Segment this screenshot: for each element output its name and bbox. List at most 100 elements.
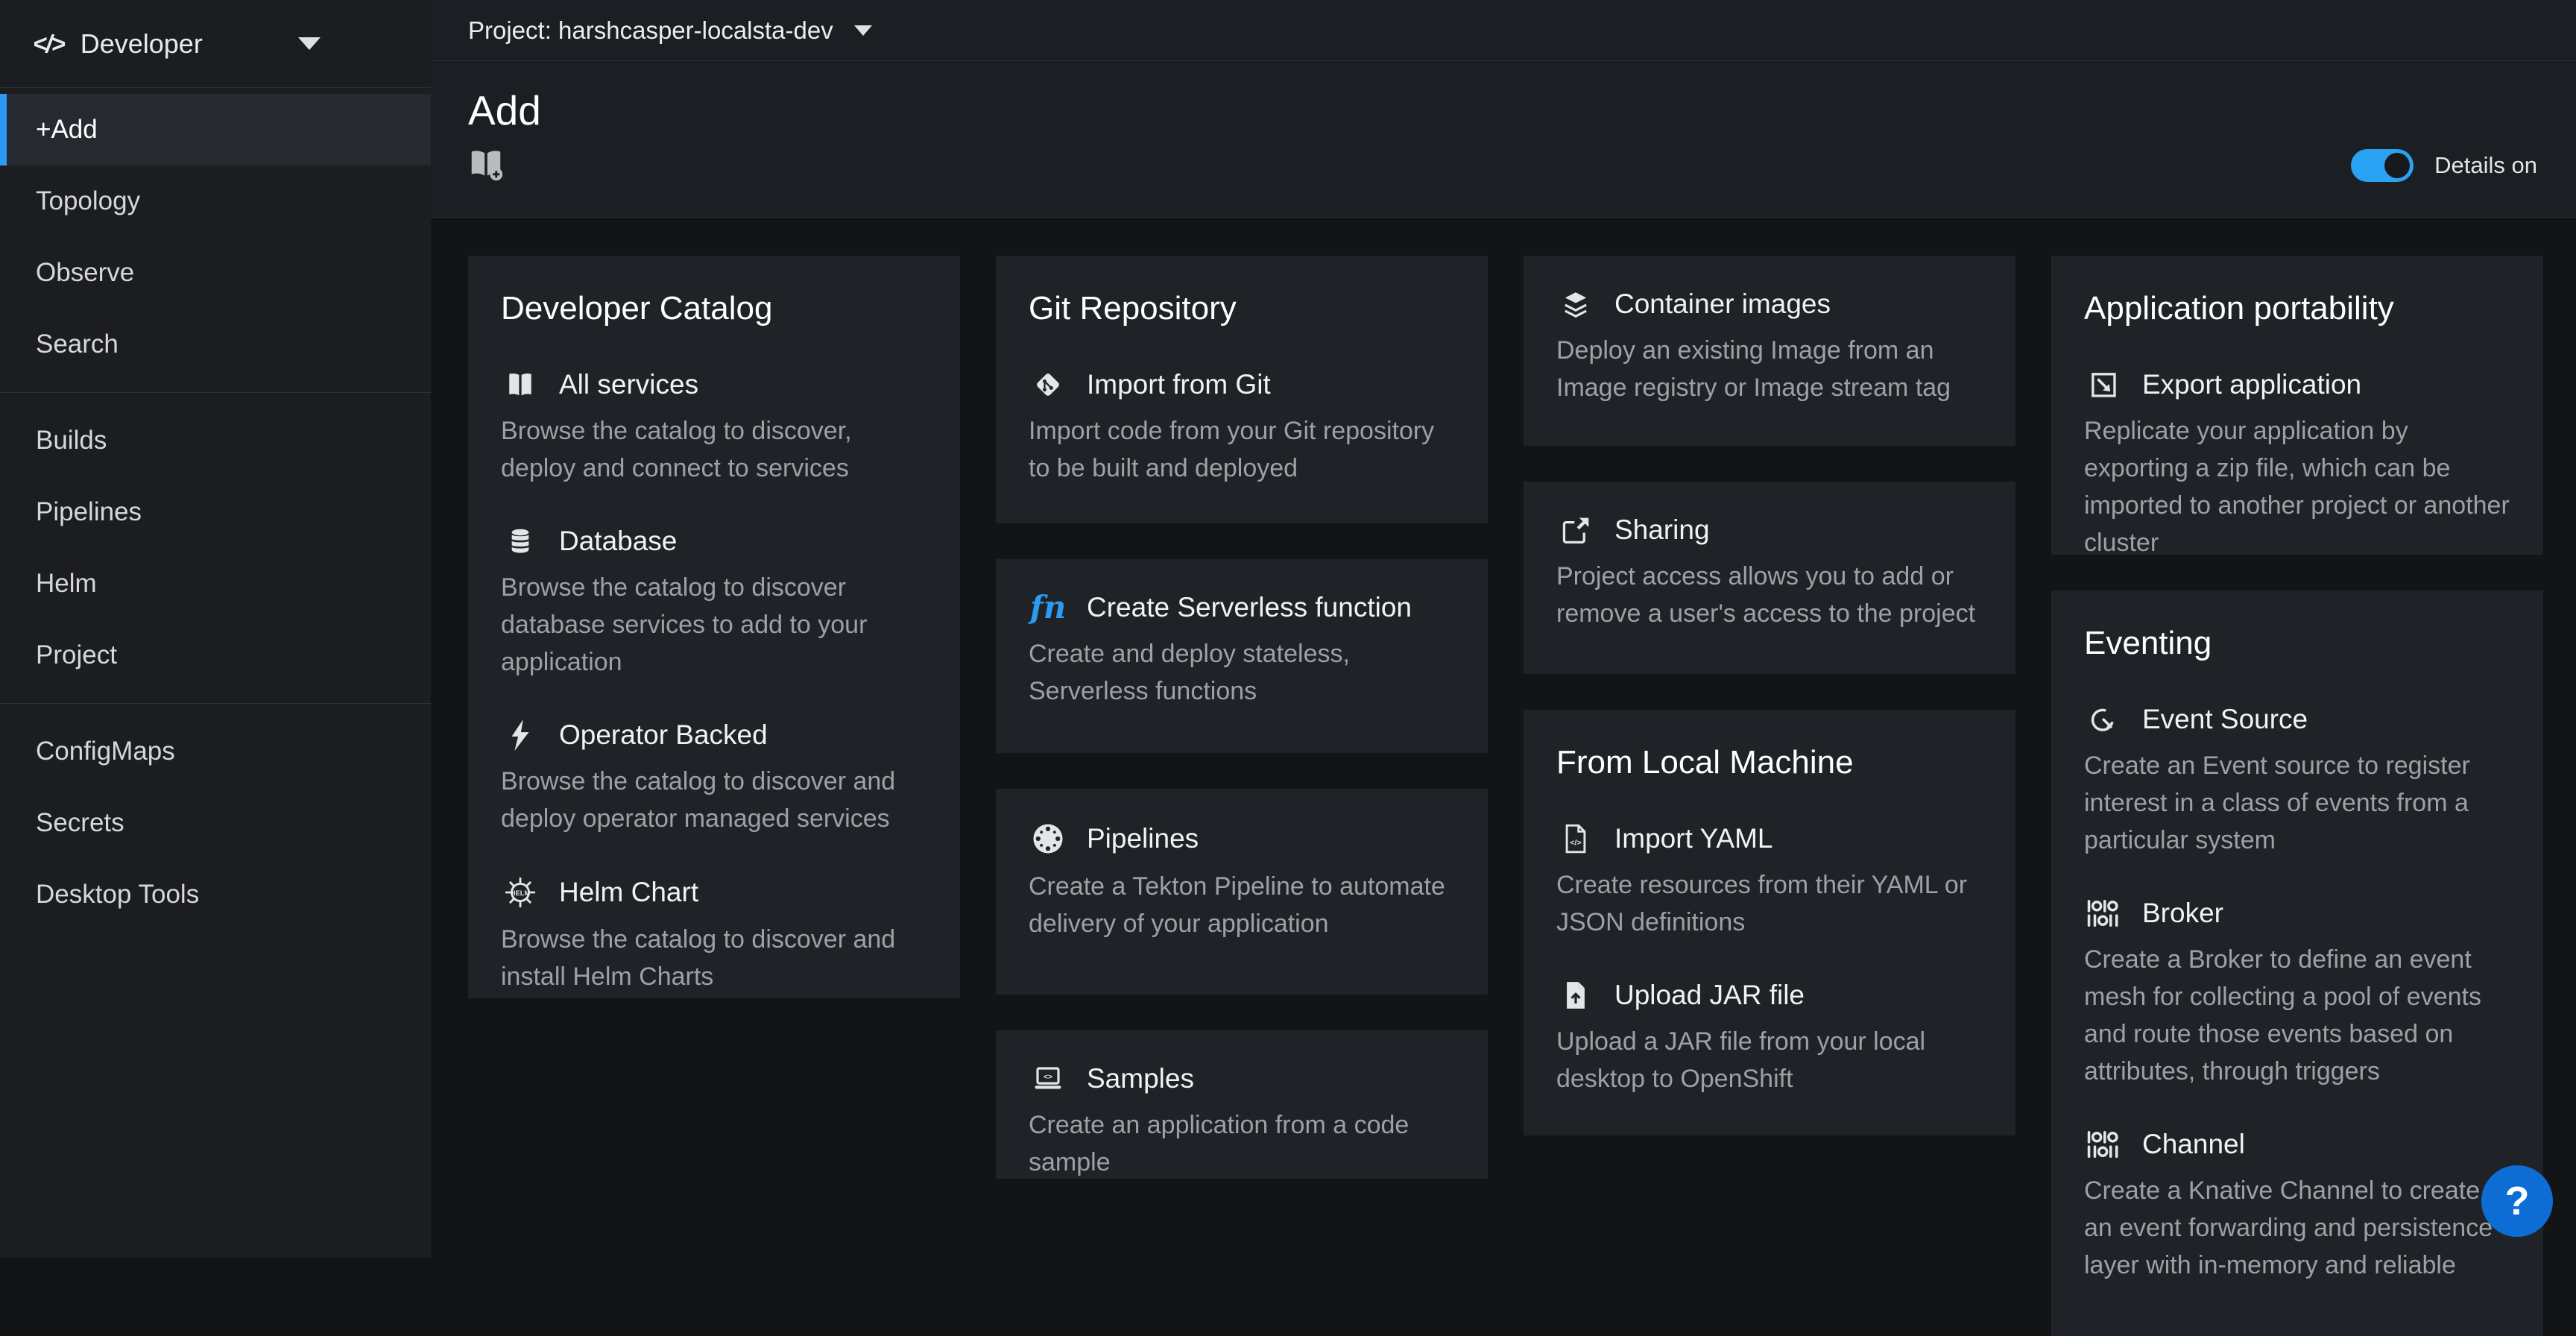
action-description: Browse the catalog to discover, deploy a… bbox=[501, 412, 927, 487]
action-title: Sharing bbox=[1614, 514, 1710, 546]
card-column-2: Git Repository bbox=[996, 256, 1488, 1179]
helm-icon: HELM bbox=[501, 876, 540, 909]
add-action-sharing[interactable]: Sharing Project access allows you to add… bbox=[1556, 514, 1983, 632]
action-title: Operator Backed bbox=[559, 719, 768, 751]
chevron-down-icon bbox=[298, 37, 321, 50]
perspective-label: Developer bbox=[80, 28, 203, 60]
sidebar-item-builds[interactable]: Builds bbox=[0, 405, 431, 476]
add-action-operator-backed[interactable]: Operator Backed Browse the catalog to di… bbox=[501, 719, 927, 837]
chevron-down-icon bbox=[854, 25, 872, 36]
action-description: Deploy an existing Image from an Image r… bbox=[1556, 332, 1983, 406]
sidebar-item-observe[interactable]: Observe bbox=[0, 237, 431, 309]
help-button[interactable]: ? bbox=[2481, 1165, 2553, 1237]
details-toggle[interactable] bbox=[2351, 149, 2414, 182]
action-title: Import from Git bbox=[1087, 369, 1271, 400]
sidebar-item-helm[interactable]: Helm bbox=[0, 548, 431, 620]
action-title: Event Source bbox=[2142, 704, 2308, 735]
add-action-broker[interactable]: Broker Create a Broker to define an even… bbox=[2084, 898, 2510, 1090]
book-plus-icon bbox=[468, 171, 504, 183]
card-title: Application portability bbox=[2084, 290, 2510, 327]
quick-start-button[interactable] bbox=[468, 148, 504, 183]
card-sharing[interactable]: Sharing Project access allows you to add… bbox=[1524, 482, 2015, 674]
sidebar-item-add[interactable]: +Add bbox=[0, 94, 431, 166]
card-git-repository[interactable]: Git Repository bbox=[996, 256, 1488, 523]
file-code-icon: </> bbox=[1556, 823, 1595, 854]
sidebar-item-configmaps[interactable]: ConfigMaps bbox=[0, 716, 431, 787]
sidebar-item-project[interactable]: Project bbox=[0, 620, 431, 691]
card-from-local-machine[interactable]: From Local Machine </> Import YAML bbox=[1524, 710, 2015, 1135]
perspective-switcher[interactable]: </> Developer bbox=[0, 0, 431, 88]
sidebar-section-resources: Builds Pipelines Helm Project bbox=[0, 399, 431, 697]
card-developer-catalog[interactable]: Developer Catalog All services Browse th… bbox=[468, 256, 960, 998]
sidebar-item-topology[interactable]: Topology bbox=[0, 166, 431, 237]
sidebar-divider bbox=[0, 703, 431, 704]
project-selector-label: Project: harshcasper-localsta-dev bbox=[468, 16, 833, 45]
action-title: Helm Chart bbox=[559, 877, 698, 908]
details-toggle-label: Details on bbox=[2434, 152, 2537, 179]
toggle-knob bbox=[2384, 153, 2410, 178]
card-samples[interactable]: <> Samples Create an application from a … bbox=[996, 1030, 1488, 1179]
card-column-3: Container images Deploy an existing Imag… bbox=[1524, 256, 2015, 1135]
action-description: Create a Knative Channel to create an ev… bbox=[2084, 1172, 2510, 1284]
add-action-all-services[interactable]: All services Browse the catalog to disco… bbox=[501, 369, 927, 487]
sidebar-item-search[interactable]: Search bbox=[0, 309, 431, 380]
card-eventing[interactable]: Eventing Event Source bbox=[2051, 590, 2543, 1336]
export-application-icon bbox=[2084, 370, 2123, 400]
share-icon bbox=[1556, 516, 1595, 544]
add-action-export-application[interactable]: Export application Replicate your applic… bbox=[2084, 369, 2510, 555]
layers-icon bbox=[1556, 289, 1595, 319]
svg-text:</>: </> bbox=[1570, 839, 1581, 848]
open-book-icon bbox=[501, 371, 540, 398]
add-action-container-images[interactable]: Container images Deploy an existing Imag… bbox=[1556, 289, 1983, 406]
binary-channel-icon bbox=[2084, 1129, 2123, 1159]
card-title: Git Repository bbox=[1029, 290, 1455, 327]
action-title: All services bbox=[559, 369, 698, 400]
serverless-fn-icon: fn bbox=[1029, 592, 1067, 623]
action-description: Browse the catalog to discover database … bbox=[501, 569, 927, 681]
sidebar-item-pipelines[interactable]: Pipelines bbox=[0, 476, 431, 548]
action-title: Channel bbox=[2142, 1129, 2245, 1160]
card-grid: Developer Catalog All services Browse th… bbox=[468, 256, 2576, 1336]
sidebar-item-desktop-tools[interactable]: Desktop Tools bbox=[0, 859, 431, 930]
add-action-import-from-git[interactable]: Import from Git Import code from your Gi… bbox=[1029, 369, 1455, 487]
action-title: Upload JAR file bbox=[1614, 980, 1805, 1011]
sidebar-section-config: ConfigMaps Secrets Desktop Tools bbox=[0, 710, 431, 936]
details-toggle-group: Details on bbox=[2351, 149, 2537, 182]
svg-text:<>: <> bbox=[1044, 1072, 1052, 1081]
sidebar-section-main: +Add Topology Observe Search bbox=[0, 88, 431, 386]
add-action-samples[interactable]: <> Samples Create an application from a … bbox=[1029, 1063, 1455, 1179]
project-selector[interactable]: Project: harshcasper-localsta-dev bbox=[468, 16, 872, 45]
add-action-create-serverless-function[interactable]: fn Create Serverless function Create and… bbox=[1029, 592, 1455, 710]
card-container-images[interactable]: Container images Deploy an existing Imag… bbox=[1524, 256, 2015, 446]
sidebar: </> Developer +Add Topology Observe Sear… bbox=[0, 0, 431, 1258]
add-action-channel[interactable]: Channel Create a Knative Channel to crea… bbox=[2084, 1129, 2510, 1284]
card-application-portability[interactable]: Application portability bbox=[2051, 256, 2543, 555]
git-icon bbox=[1029, 370, 1067, 400]
action-title: Database bbox=[559, 526, 677, 557]
action-title: Samples bbox=[1087, 1063, 1194, 1094]
action-description: Create and deploy stateless, Serverless … bbox=[1029, 635, 1455, 710]
sidebar-divider bbox=[0, 392, 431, 393]
add-action-pipelines[interactable]: Pipelines Create a Tekton Pipeline to au… bbox=[1029, 822, 1455, 942]
action-title: Pipelines bbox=[1087, 823, 1199, 854]
add-action-import-yaml[interactable]: </> Import YAML Create resources from th… bbox=[1556, 823, 1983, 941]
action-description: Create a Broker to define an event mesh … bbox=[2084, 941, 2510, 1090]
card-title: From Local Machine bbox=[1556, 744, 1983, 781]
card-column-1: Developer Catalog All services Browse th… bbox=[468, 256, 960, 998]
card-serverless-function[interactable]: fn Create Serverless function Create and… bbox=[996, 559, 1488, 753]
sidebar-item-secrets[interactable]: Secrets bbox=[0, 787, 431, 859]
action-description: Project access allows you to add or remo… bbox=[1556, 558, 1983, 632]
add-action-helm-chart[interactable]: HELM Helm Chart Browse the catalog to di… bbox=[501, 876, 927, 995]
action-description: Create an Event source to register inter… bbox=[2084, 747, 2510, 859]
add-action-event-source[interactable]: Event Source Create an Event source to r… bbox=[2084, 704, 2510, 859]
action-description: Browse the catalog to discover and insta… bbox=[501, 921, 927, 995]
laptop-code-icon: <> bbox=[1029, 1065, 1067, 1092]
add-action-database[interactable]: Database Browse the catalog to discover … bbox=[501, 526, 927, 681]
action-description: Replicate your application by exporting … bbox=[2084, 412, 2510, 555]
card-column-4: Application portability bbox=[2051, 256, 2543, 1336]
main-area: Project: harshcasper-localsta-dev Add bbox=[431, 0, 2576, 1258]
card-pipelines[interactable]: Pipelines Create a Tekton Pipeline to au… bbox=[996, 789, 1488, 995]
card-title: Developer Catalog bbox=[501, 290, 927, 327]
add-page-content: Developer Catalog All services Browse th… bbox=[431, 218, 2576, 1258]
add-action-upload-jar-file[interactable]: Upload JAR file Upload a JAR file from y… bbox=[1556, 980, 1983, 1097]
